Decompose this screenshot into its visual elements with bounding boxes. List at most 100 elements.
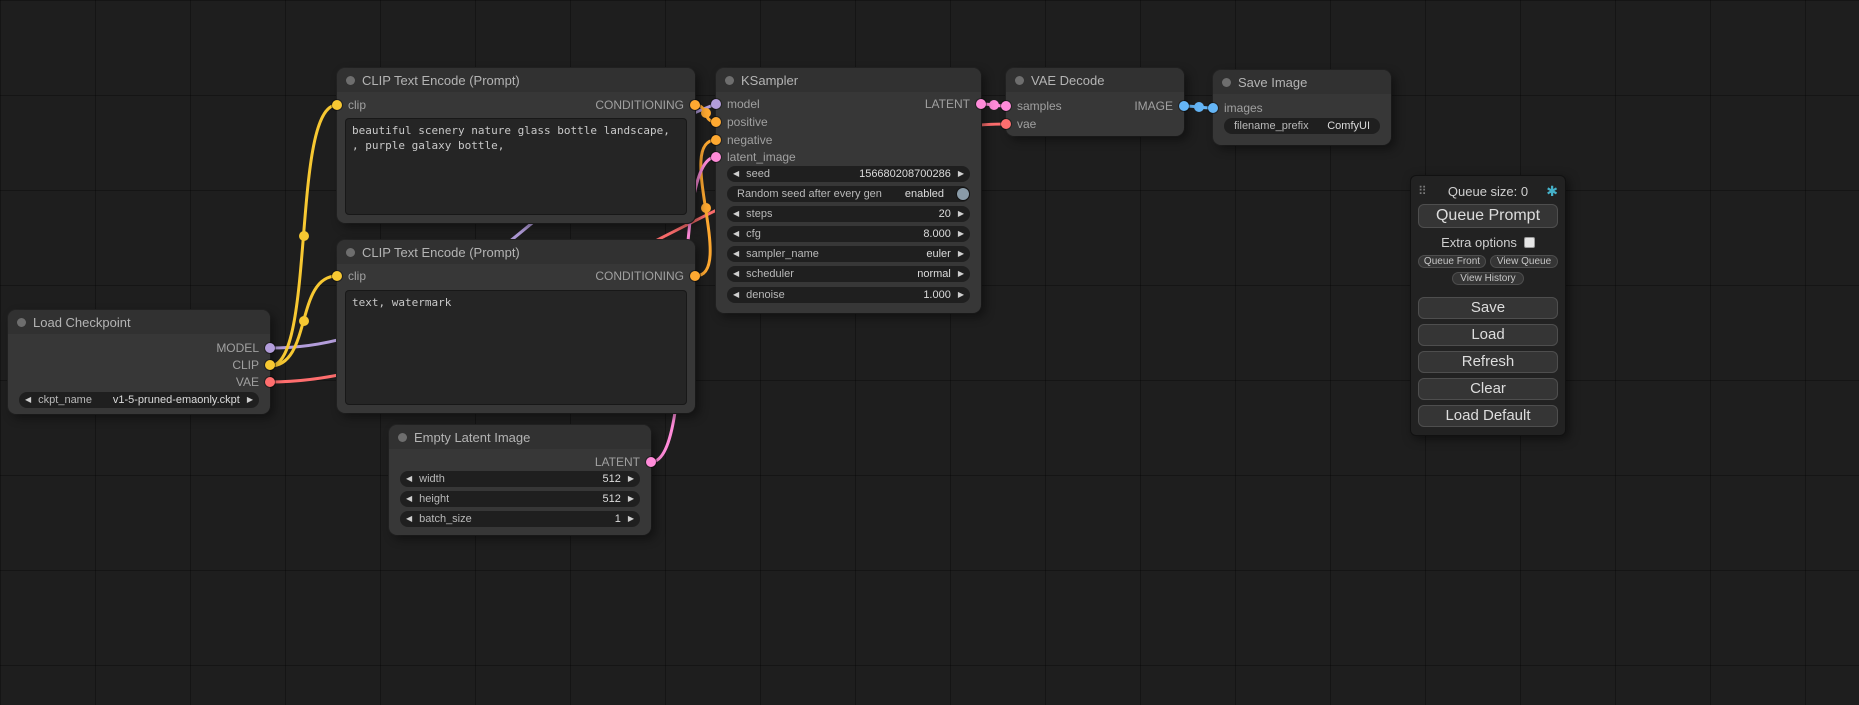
left-arrow-icon[interactable]: ◀ — [733, 170, 739, 178]
port-dot-latent[interactable] — [976, 99, 986, 109]
widget-height[interactable]: ◀ height 512 ▶ — [400, 491, 640, 507]
left-arrow-icon[interactable]: ◀ — [733, 250, 739, 258]
widget-label: ckpt_name — [38, 394, 92, 406]
settings-gear-icon[interactable]: ✱ — [1542, 183, 1558, 200]
node-empty-latent-image[interactable]: Empty Latent Image LATENT ◀ width 512 ▶ … — [389, 425, 651, 535]
extra-options-checkbox[interactable] — [1524, 237, 1535, 248]
right-arrow-icon[interactable]: ▶ — [628, 475, 634, 483]
port-dot-latent[interactable] — [646, 457, 656, 467]
port-dot-image[interactable] — [1208, 103, 1218, 113]
port-dot-vae[interactable] — [1001, 119, 1011, 129]
right-arrow-icon[interactable]: ▶ — [958, 210, 964, 218]
port-dot-image[interactable] — [1179, 101, 1189, 111]
view-queue-button[interactable]: View Queue — [1490, 255, 1558, 268]
widget-filename-prefix[interactable]: filename_prefix ComfyUI — [1224, 118, 1380, 134]
port-label: images — [1224, 101, 1263, 115]
left-arrow-icon[interactable]: ◀ — [733, 230, 739, 238]
node-title-bar[interactable]: Empty Latent Image — [389, 425, 651, 449]
prompt-text-input[interactable]: text, watermark — [345, 290, 687, 405]
widget-label: denoise — [746, 289, 785, 301]
widget-ckpt-name[interactable]: ◀ ckpt_name v1-5-pruned-emaonly.ckpt ▶ — [19, 392, 259, 408]
collapse-dot[interactable] — [725, 76, 734, 85]
widget-batch-size[interactable]: ◀ batch_size 1 ▶ — [400, 511, 640, 527]
left-arrow-icon[interactable]: ◀ — [406, 495, 412, 503]
widget-random-seed[interactable]: Random seed after every gen enabled — [727, 186, 970, 202]
left-arrow-icon[interactable]: ◀ — [733, 210, 739, 218]
output-port-conditioning: CONDITIONING — [595, 97, 700, 113]
collapse-dot[interactable] — [346, 248, 355, 257]
left-arrow-icon[interactable]: ◀ — [406, 515, 412, 523]
queue-prompt-button[interactable]: Queue Prompt — [1418, 204, 1558, 228]
queue-front-button[interactable]: Queue Front — [1418, 255, 1486, 268]
node-title-bar[interactable]: Load Checkpoint — [8, 310, 270, 334]
widget-label: width — [419, 473, 445, 485]
port-dot-vae[interactable] — [265, 377, 275, 387]
node-save-image[interactable]: Save Image images filename_prefix ComfyU… — [1213, 70, 1391, 145]
port-dot-latent[interactable] — [711, 152, 721, 162]
main-menu-panel[interactable]: ⠿ Queue size: 0 ✱ Queue Prompt Extra opt… — [1410, 175, 1566, 436]
collapse-dot[interactable] — [398, 433, 407, 442]
widget-cfg[interactable]: ◀ cfg 8.000 ▶ — [727, 226, 970, 242]
right-arrow-icon[interactable]: ▶ — [958, 250, 964, 258]
widget-steps[interactable]: ◀ steps 20 ▶ — [727, 206, 970, 222]
port-dot-latent[interactable] — [1001, 101, 1011, 111]
port-dot-model[interactable] — [265, 343, 275, 353]
port-dot-conditioning[interactable] — [690, 100, 700, 110]
node-title-bar[interactable]: Save Image — [1213, 70, 1391, 94]
toggle-knob[interactable] — [957, 188, 969, 200]
menu-header: ⠿ Queue size: 0 ✱ — [1418, 181, 1558, 201]
port-dot-clip[interactable] — [332, 271, 342, 281]
refresh-button[interactable]: Refresh — [1418, 351, 1558, 373]
right-arrow-icon[interactable]: ▶ — [958, 230, 964, 238]
node-clip-text-encode-positive[interactable]: CLIP Text Encode (Prompt) clip CONDITION… — [337, 68, 695, 223]
port-dot-conditioning[interactable] — [690, 271, 700, 281]
widget-value: v1-5-pruned-emaonly.ckpt — [113, 394, 240, 406]
right-arrow-icon[interactable]: ▶ — [958, 291, 964, 299]
save-button[interactable]: Save — [1418, 297, 1558, 319]
view-history-button[interactable]: View History — [1452, 272, 1524, 285]
right-arrow-icon[interactable]: ▶ — [247, 396, 253, 404]
node-clip-text-encode-negative[interactable]: CLIP Text Encode (Prompt) clip CONDITION… — [337, 240, 695, 413]
node-title-bar[interactable]: CLIP Text Encode (Prompt) — [337, 240, 695, 264]
node-title-bar[interactable]: VAE Decode — [1006, 68, 1184, 92]
node-title-bar[interactable]: KSampler — [716, 68, 981, 92]
node-vae-decode[interactable]: VAE Decode samples vae IMAGE — [1006, 68, 1184, 136]
collapse-dot[interactable] — [1015, 76, 1024, 85]
left-arrow-icon[interactable]: ◀ — [733, 291, 739, 299]
clear-button[interactable]: Clear — [1418, 378, 1558, 400]
port-dot-model[interactable] — [711, 99, 721, 109]
drag-handle-icon[interactable]: ⠿ — [1418, 184, 1434, 198]
right-arrow-icon[interactable]: ▶ — [628, 495, 634, 503]
node-title: VAE Decode — [1031, 73, 1104, 88]
left-arrow-icon[interactable]: ◀ — [406, 475, 412, 483]
collapse-dot[interactable] — [346, 76, 355, 85]
node-ksampler[interactable]: KSampler model positive negative latent_… — [716, 68, 981, 313]
collapse-dot[interactable] — [1222, 78, 1231, 87]
queue-controls-row: Queue Front View Queue — [1418, 255, 1558, 268]
right-arrow-icon[interactable]: ▶ — [628, 515, 634, 523]
collapse-dot[interactable] — [17, 318, 26, 327]
node-load-checkpoint[interactable]: Load Checkpoint MODEL CLIP VAE ◀ ckpt_na… — [8, 310, 270, 414]
extra-options-label: Extra options — [1441, 235, 1517, 250]
load-default-button[interactable]: Load Default — [1418, 405, 1558, 427]
widget-label: height — [419, 493, 449, 505]
node-title-bar[interactable]: CLIP Text Encode (Prompt) — [337, 68, 695, 92]
widget-scheduler[interactable]: ◀ scheduler normal ▶ — [727, 266, 970, 282]
left-arrow-icon[interactable]: ◀ — [25, 396, 31, 404]
prompt-text-input[interactable]: beautiful scenery nature glass bottle la… — [345, 118, 687, 215]
right-arrow-icon[interactable]: ▶ — [958, 170, 964, 178]
widget-value: ComfyUI — [1327, 120, 1370, 132]
load-button[interactable]: Load — [1418, 324, 1558, 346]
widget-denoise[interactable]: ◀ denoise 1.000 ▶ — [727, 287, 970, 303]
port-dot-clip[interactable] — [332, 100, 342, 110]
right-arrow-icon[interactable]: ▶ — [958, 270, 964, 278]
port-dot-conditioning[interactable] — [711, 117, 721, 127]
port-label: MODEL — [216, 341, 259, 355]
widget-seed[interactable]: ◀ seed 156680208700286 ▶ — [727, 166, 970, 182]
left-arrow-icon[interactable]: ◀ — [733, 270, 739, 278]
widget-sampler-name[interactable]: ◀ sampler_name euler ▶ — [727, 246, 970, 262]
port-dot-clip[interactable] — [265, 360, 275, 370]
port-label: negative — [727, 133, 772, 147]
port-dot-conditioning[interactable] — [711, 135, 721, 145]
widget-width[interactable]: ◀ width 512 ▶ — [400, 471, 640, 487]
